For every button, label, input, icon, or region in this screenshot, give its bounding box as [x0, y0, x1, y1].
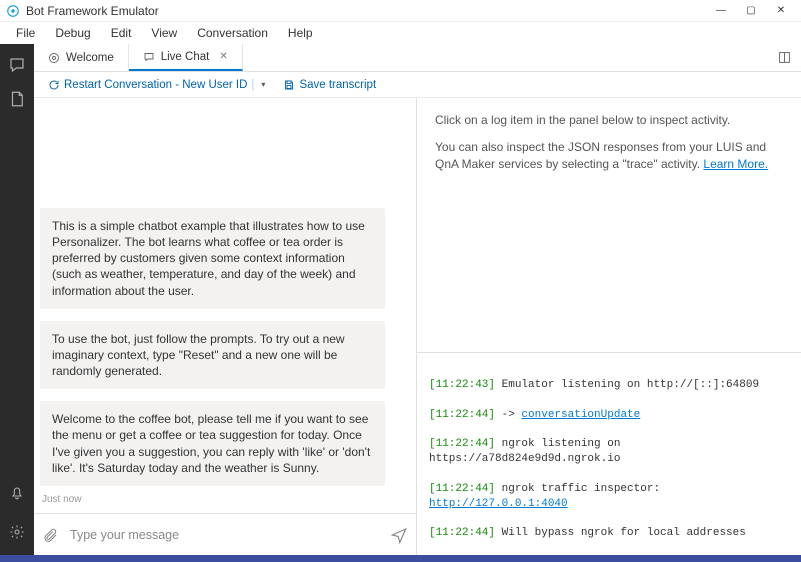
chat-icon[interactable] [0, 48, 34, 82]
inspector-pane: Click on a log item in the panel below t… [417, 98, 801, 555]
refresh-icon [48, 79, 60, 91]
inspector-help-line1: Click on a log item in the panel below t… [435, 112, 783, 129]
notifications-icon[interactable] [0, 475, 34, 509]
home-icon [48, 52, 60, 64]
attachment-icon[interactable] [42, 527, 58, 543]
tab-close-icon[interactable]: ✕ [219, 51, 227, 62]
titlebar: Bot Framework Emulator — ▢ ✕ [0, 0, 801, 22]
tab-livechat[interactable]: Live Chat ✕ [129, 44, 243, 71]
send-icon[interactable] [390, 526, 408, 544]
bot-message[interactable]: Welcome to the coffee bot, please tell m… [40, 401, 385, 486]
save-icon [283, 79, 295, 91]
bot-message[interactable]: To use the bot, just follow the prompts.… [40, 321, 385, 390]
chat-input-row [34, 513, 416, 555]
chat-toolbar: Restart Conversation - New User ID | ▾ S… [34, 72, 801, 98]
log-link[interactable]: conversationUpdate [521, 409, 640, 421]
menu-debug[interactable]: Debug [45, 24, 100, 42]
menu-view[interactable]: View [141, 24, 187, 42]
log-link[interactable]: http://127.0.0.1:4040 [429, 498, 568, 510]
tabbar: Welcome Live Chat ✕ [34, 44, 801, 72]
gear-icon[interactable] [0, 515, 34, 549]
log-pane[interactable]: [11:22:43] Emulator listening on http://… [417, 353, 801, 555]
app-title: Bot Framework Emulator [26, 4, 159, 18]
chat-pane: This is a simple chatbot example that il… [34, 98, 417, 555]
activity-bar [0, 44, 34, 555]
close-button[interactable]: ✕ [767, 1, 795, 21]
menubar: File Debug Edit View Conversation Help [0, 22, 801, 44]
minimize-button[interactable]: — [707, 1, 735, 21]
resources-icon[interactable] [0, 82, 34, 116]
chevron-down-icon[interactable]: ▾ [261, 80, 265, 89]
message-timestamp: Just now [42, 494, 408, 505]
chat-messages[interactable]: This is a simple chatbot example that il… [34, 98, 416, 513]
message-input[interactable] [66, 522, 382, 548]
save-transcript-label: Save transcript [299, 79, 376, 91]
app-icon [6, 4, 20, 18]
menu-conversation[interactable]: Conversation [187, 24, 278, 42]
tab-welcome-label: Welcome [66, 52, 114, 64]
status-bar [0, 555, 801, 562]
learn-more-link[interactable]: Learn More. [703, 157, 768, 171]
content-area: Welcome Live Chat ✕ Rest [34, 44, 801, 555]
bot-message[interactable]: This is a simple chatbot example that il… [40, 208, 385, 309]
save-transcript-button[interactable]: Save transcript [283, 79, 376, 91]
inspector-help-line2: You can also inspect the JSON responses … [435, 139, 783, 173]
restart-label: Restart Conversation - New User ID [64, 79, 247, 91]
tab-welcome[interactable]: Welcome [34, 44, 129, 71]
menu-help[interactable]: Help [278, 24, 323, 42]
menu-file[interactable]: File [6, 24, 45, 42]
split-editor-icon[interactable] [778, 51, 791, 64]
tab-livechat-label: Live Chat [161, 51, 210, 63]
maximize-button[interactable]: ▢ [737, 1, 765, 21]
menu-edit[interactable]: Edit [101, 24, 142, 42]
restart-conversation-button[interactable]: Restart Conversation - New User ID | ▾ [48, 79, 265, 91]
chat-tab-icon [143, 51, 155, 63]
inspector-help: Click on a log item in the panel below t… [417, 98, 801, 353]
